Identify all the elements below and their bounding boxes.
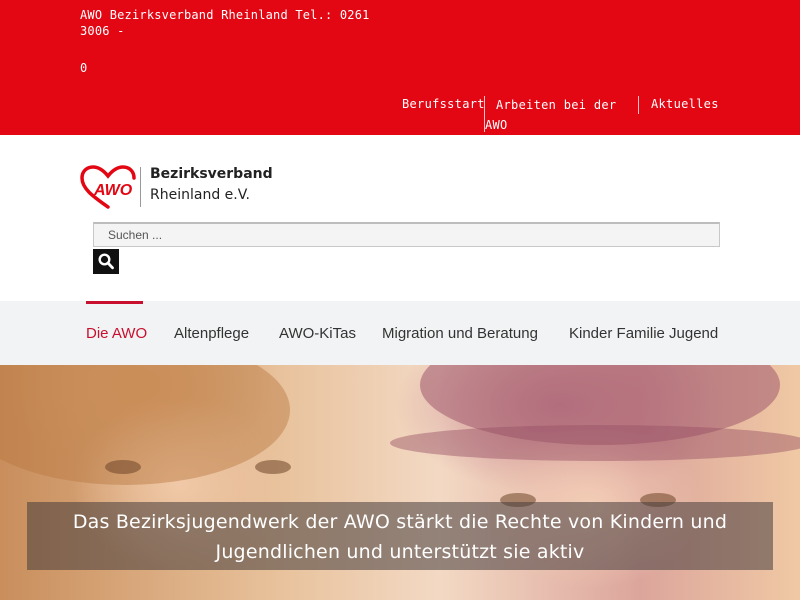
- search-input[interactable]: [93, 222, 720, 247]
- logo-divider: [140, 167, 141, 207]
- nav-item-kinder-familie-jugend[interactable]: Kinder Familie Jugend: [569, 325, 718, 342]
- awo-logo[interactable]: AWO Bezirksverband Rheinland e.V.: [80, 165, 280, 210]
- logo-line-1: Bezirksverband: [150, 166, 273, 182]
- topnav-separator: [638, 96, 639, 114]
- logo-line-2: Rheinland e.V.: [150, 187, 250, 203]
- nav-item-migration-und-beratung[interactable]: Migration und Beratung: [382, 325, 538, 342]
- hero-banner[interactable]: Das Bezirksjugendwerk der AWO stärkt die…: [0, 365, 800, 600]
- active-nav-indicator: [86, 301, 143, 304]
- contact-info-suffix: 0: [80, 61, 88, 75]
- top-bar: AWO Bezirksverband Rheinland Tel.: 0261 …: [0, 0, 800, 135]
- hero-image-shape: [105, 460, 141, 474]
- hero-image-shape: [390, 425, 800, 461]
- hero-caption: Das Bezirksjugendwerk der AWO stärkt die…: [72, 511, 728, 563]
- awo-heart-icon: AWO: [80, 165, 136, 209]
- nav-item-die-awo[interactable]: Die AWO: [86, 325, 147, 342]
- logo-mark-text: AWO: [93, 182, 133, 199]
- main-navigation: Die AWO Altenpflege AWO-KiTas Migration …: [0, 301, 800, 365]
- search-button[interactable]: [93, 249, 119, 274]
- hero-image-shape: [255, 460, 291, 474]
- topnav-berufsstart[interactable]: Berufsstart: [402, 97, 485, 111]
- nav-item-awo-kitas[interactable]: AWO-KiTas: [279, 325, 356, 342]
- topnav-aktuelles[interactable]: Aktuelles: [651, 97, 719, 111]
- search-icon: [98, 253, 114, 270]
- contact-info: AWO Bezirksverband Rheinland Tel.: 0261 …: [80, 8, 370, 38]
- topnav-arbeiten-bei-der-awo[interactable]: Arbeiten bei der AWO: [485, 95, 625, 135]
- nav-item-altenpflege[interactable]: Altenpflege: [174, 325, 249, 342]
- hero-image-shape: [0, 365, 290, 485]
